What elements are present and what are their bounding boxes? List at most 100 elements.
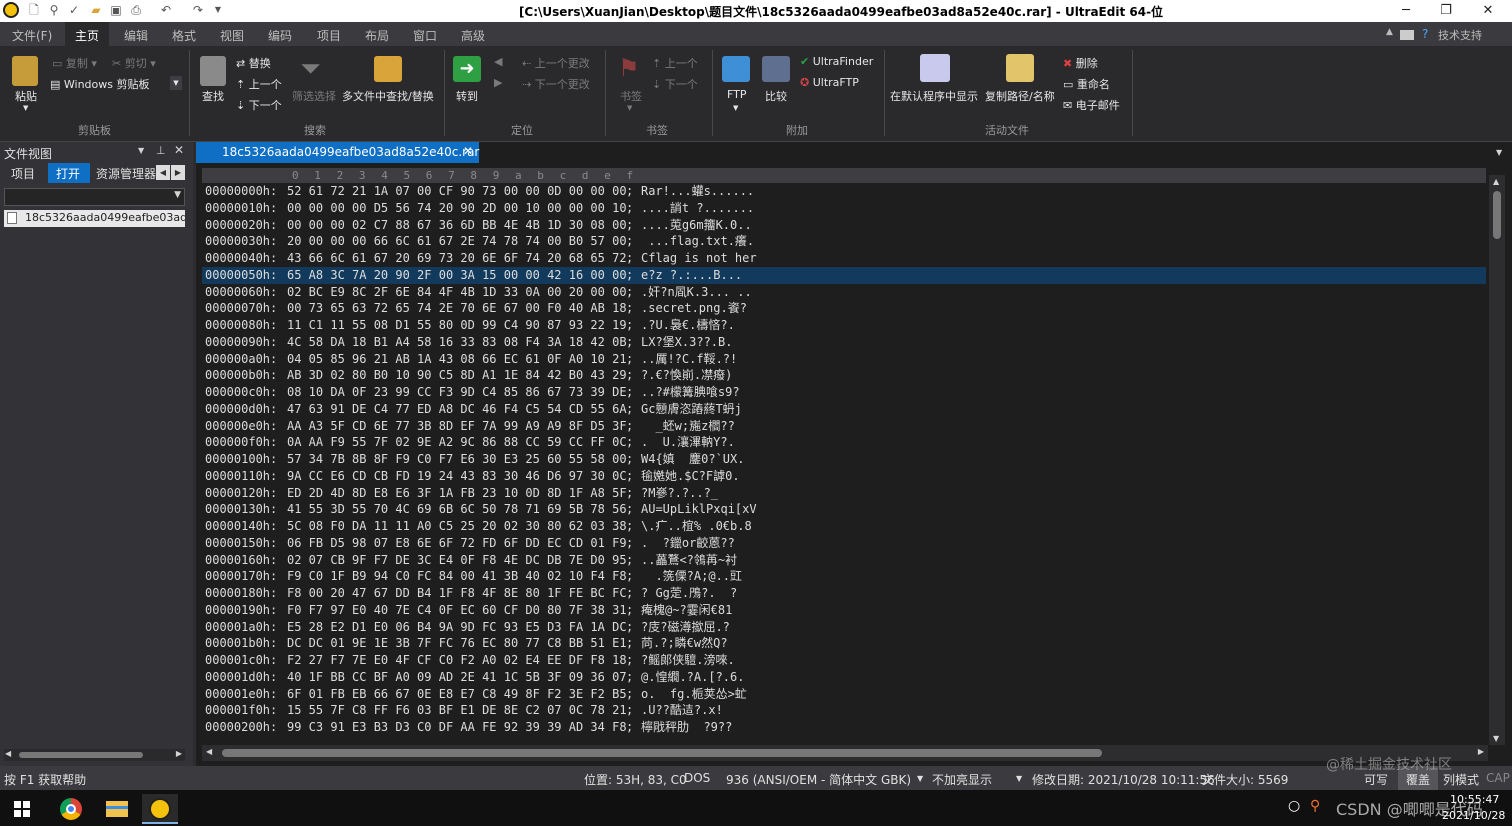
horizontal-scrollbar[interactable]: ◀ ▶ xyxy=(202,745,1488,761)
hex-row[interactable]: 000001b0h: DC DC 01 9E 1E 3B 7F FC 76 EC … xyxy=(202,635,1486,652)
open-file-item[interactable]: 18c5326aada0499eafbe03ad8a52e40c.rar xyxy=(4,210,185,227)
hex-row[interactable]: 000000e0h: AA A3 5F CD 6E 77 3B 8D EF 7A … xyxy=(202,418,1486,435)
minimize-button[interactable]: ─ xyxy=(1384,0,1428,22)
hex-row[interactable]: 000000b0h: AB 3D 02 80 B0 10 90 C5 8D A1 … xyxy=(202,367,1486,384)
copy-path-name-button[interactable]: 复制路径/名称 xyxy=(985,88,1055,104)
hex-row[interactable]: 00000140h: 5C 08 F0 DA 11 11 A0 C5 25 20 … xyxy=(202,518,1486,535)
quick-access-dropdown-icon[interactable]: ▼ xyxy=(210,2,226,18)
cut-button[interactable]: ✂ 剪切 ▾ xyxy=(112,55,156,71)
hex-row[interactable]: 00000100h: 57 34 7B 8B 8F F9 C0 F7 E6 30 … xyxy=(202,451,1486,468)
bookmark-icon[interactable]: ⚑ xyxy=(618,54,640,82)
hex-row[interactable]: 00000090h: 4C 58 DA 18 B1 A4 58 16 33 83 … xyxy=(202,334,1486,351)
status-codepage[interactable]: 936 (ANSI/OEM - 简体中文 GBK) xyxy=(726,771,911,788)
hex-row[interactable]: 00000030h: 20 00 00 00 66 6C 61 67 2E 74 … xyxy=(202,233,1486,250)
windows-clipboard-button[interactable]: ▤ Windows 剪贴板 xyxy=(50,76,150,92)
menu-window[interactable]: 窗口 xyxy=(413,27,437,44)
binoculars-icon[interactable]: ⚲ xyxy=(46,2,62,18)
hex-row[interactable]: 00000080h: 11 C1 11 55 08 D1 55 80 0D 99 … xyxy=(202,317,1486,334)
close-button[interactable]: ✕ xyxy=(1466,0,1510,22)
copy-path-icon[interactable] xyxy=(1006,54,1034,82)
hex-row[interactable]: 00000010h: 00 00 00 00 D5 56 74 20 90 2D … xyxy=(202,200,1486,217)
ftp-button[interactable]: FTP xyxy=(727,88,747,101)
tab-open[interactable]: 打开 xyxy=(48,163,90,183)
multi-file-folder-icon[interactable] xyxy=(374,56,402,82)
hex-row[interactable]: 00000150h: 06 FB D5 98 07 E8 6E 6F 72 FD … xyxy=(202,535,1486,552)
panel-options-icon[interactable]: ▼ xyxy=(138,146,144,155)
menu-layout[interactable]: 布局 xyxy=(365,27,389,44)
menu-project[interactable]: 项目 xyxy=(317,27,341,44)
spell-check-icon[interactable]: ✓ xyxy=(66,2,82,18)
open-folder-icon[interactable]: ▰ xyxy=(88,2,104,18)
hex-row[interactable]: 00000070h: 00 73 65 63 72 65 74 2E 70 6E … xyxy=(202,300,1486,317)
hex-row[interactable]: 00000130h: 41 55 3D 55 70 4C 69 6B 6C 50 … xyxy=(202,501,1486,518)
start-windows-icon[interactable] xyxy=(10,794,50,824)
ultraedit-taskbar-icon[interactable] xyxy=(142,794,178,824)
menu-format[interactable]: 格式 xyxy=(172,27,196,44)
hex-row[interactable]: 00000190h: F0 F7 97 E0 40 7E C4 0F EC 60 … xyxy=(202,602,1486,619)
document-tab[interactable]: 18c5326aada0499eafbe03ad8a52e40c.rar ✕ xyxy=(196,142,479,163)
clock-date[interactable]: 2021/10/28 xyxy=(1442,809,1505,822)
replace-button[interactable]: ⇄ 替换 xyxy=(236,55,271,71)
hex-row[interactable]: 00000160h: 02 07 CB 9F F7 DE 3C E4 0F F8 … xyxy=(202,552,1486,569)
tab-scroll-left[interactable]: ◀ xyxy=(156,165,170,180)
left-hscrollbar[interactable]: ◀ ▶ xyxy=(4,749,185,761)
bookmark-dropdown-icon[interactable]: ▼ xyxy=(627,104,632,112)
menu-file[interactable]: 文件(F) xyxy=(12,27,52,44)
hex-row[interactable]: 000001c0h: F2 27 F7 7E E0 4F CF C0 F2 A0 … xyxy=(202,652,1486,669)
search-icon[interactable]: ○ xyxy=(1288,798,1300,814)
find-binoculars-icon[interactable] xyxy=(200,56,226,86)
ftp-icon[interactable] xyxy=(722,56,750,82)
filter-selection-button[interactable]: 筛选选择 xyxy=(292,88,336,104)
hex-row[interactable]: 00000050h: 65 A8 3C 7A 20 90 2F 00 3A 15 … xyxy=(202,266,1486,284)
ultrafinder-button[interactable]: ✔ UltraFinder xyxy=(800,55,873,68)
ultraftp-button[interactable]: ✪ UltraFTP xyxy=(800,76,859,89)
hex-row[interactable]: 000000f0h: 0A AA F9 55 7F 02 9E A2 9C 86 … xyxy=(202,434,1486,451)
highlight-dropdown-icon[interactable]: ▼ xyxy=(1016,774,1022,783)
bookmark-button[interactable]: 书签 xyxy=(620,88,642,104)
vertical-scrollbar[interactable]: ▲ ▼ xyxy=(1489,175,1505,745)
rename-button[interactable]: ▭ 重命名 xyxy=(1063,76,1110,92)
save-icon[interactable]: ▣ xyxy=(108,2,124,18)
file-explorer-icon[interactable] xyxy=(104,794,144,824)
panel-close-icon[interactable]: ✕ xyxy=(174,143,184,157)
tab-project[interactable]: 项目 xyxy=(0,163,46,183)
hex-row[interactable]: 00000180h: F8 00 20 47 67 DD B4 1F F8 4F … xyxy=(202,585,1486,602)
tab-list-dropdown-icon[interactable]: ▼ xyxy=(1496,148,1502,157)
email-button[interactable]: ✉ 电子邮件 xyxy=(1063,97,1120,113)
delete-button[interactable]: ✖ 删除 xyxy=(1063,55,1098,71)
multi-file-find-replace-button[interactable]: 多文件中查找/替换 xyxy=(342,88,434,104)
menu-home[interactable]: 主页 xyxy=(65,22,110,46)
display-icon[interactable] xyxy=(1400,30,1414,40)
next-change-button[interactable]: ⇢ 下一个更改 xyxy=(522,76,590,92)
paste-icon[interactable] xyxy=(12,56,38,86)
nav-forward-icon[interactable]: ▶ xyxy=(494,76,502,89)
status-highlight[interactable]: 不加亮显示 xyxy=(932,771,992,788)
clock-time[interactable]: 10:55:47 xyxy=(1450,793,1499,806)
find-prev-button[interactable]: ⇡ 上一个 xyxy=(236,76,282,92)
paste-button[interactable]: 粘贴 xyxy=(15,88,37,104)
find-button[interactable]: 查找 xyxy=(202,88,224,104)
menu-view[interactable]: 视图 xyxy=(220,27,244,44)
menu-encoding[interactable]: 编码 xyxy=(268,27,292,44)
hex-row[interactable]: 00000110h: 9A CC E6 CD CB FD 19 24 43 83 … xyxy=(202,468,1486,485)
tab-explorer[interactable]: 资源管理器 xyxy=(94,163,156,183)
hex-row[interactable]: 000000a0h: 04 05 85 96 21 AB 1A 43 08 66 … xyxy=(202,351,1486,368)
compare-button[interactable]: 比较 xyxy=(765,88,787,104)
redo-icon[interactable]: ↷ xyxy=(190,2,206,18)
pin-icon[interactable]: ⊥ xyxy=(156,144,166,157)
ftp-dropdown-icon[interactable]: ▼ xyxy=(733,104,738,112)
undo-icon[interactable]: ↶ xyxy=(158,2,174,18)
tech-support-link[interactable]: 技术支持 xyxy=(1438,27,1482,43)
hex-view[interactable]: 00000000h: 52 61 72 21 1A 07 00 CF 90 73 … xyxy=(202,183,1486,744)
hex-row[interactable]: 000001a0h: E5 28 E2 D1 E0 06 B4 9A 9D FC … xyxy=(202,619,1486,636)
collapse-ribbon-icon[interactable]: ▲ xyxy=(1386,27,1393,37)
hex-row[interactable]: 00000200h: 99 C3 91 E3 B3 D3 C0 DF AA FE … xyxy=(202,719,1486,736)
app-icon[interactable] xyxy=(3,2,19,18)
chrome-icon[interactable] xyxy=(58,794,98,824)
hex-row[interactable]: 00000040h: 43 66 6C 61 67 20 69 73 20 6E … xyxy=(202,250,1486,267)
clipboard-dropdown[interactable]: ▼ xyxy=(170,76,182,90)
nav-back-icon[interactable]: ◀ xyxy=(494,55,502,68)
hex-row[interactable]: 00000120h: ED 2D 4D 8D E8 E6 3F 1A FB 23 … xyxy=(202,485,1486,502)
codepage-dropdown-icon[interactable]: ▼ xyxy=(917,774,923,783)
hex-row[interactable]: 00000060h: 02 BC E9 8C 2F 6E 84 4F 4B 1D … xyxy=(202,284,1486,301)
